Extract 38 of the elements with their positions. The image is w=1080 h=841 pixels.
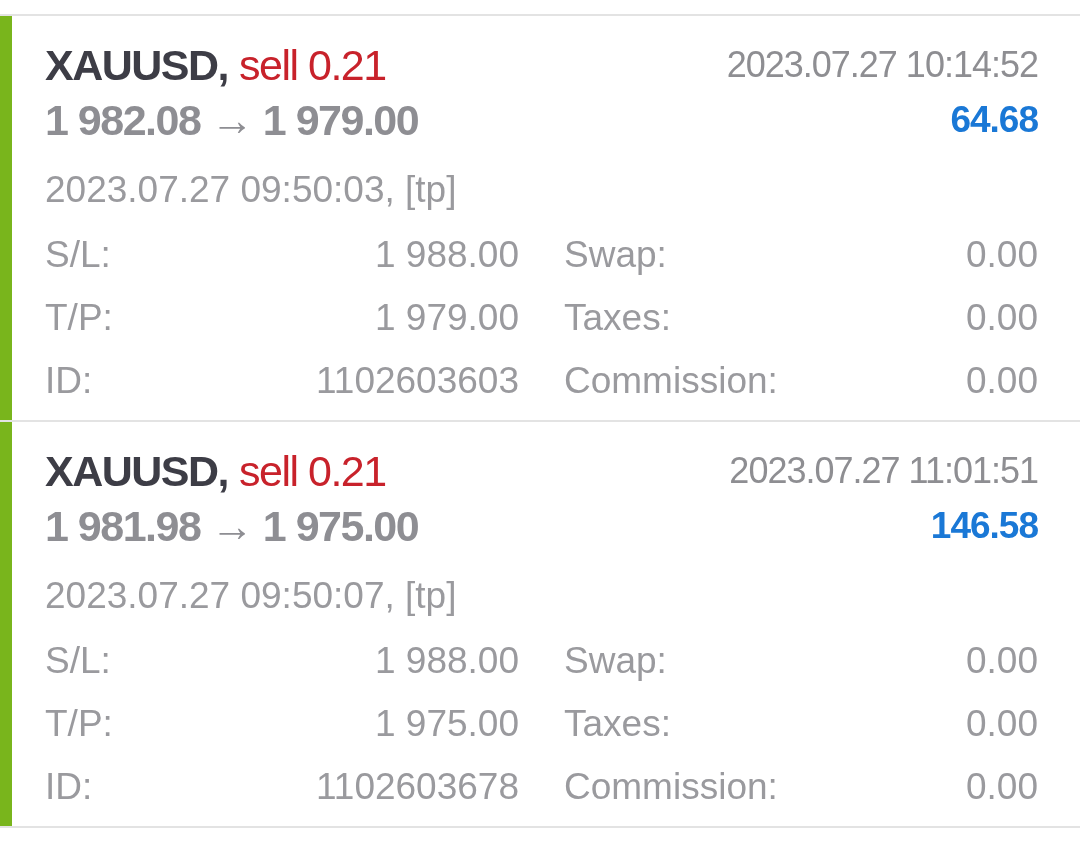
detail-value: 1102603603: [315, 358, 519, 403]
detail-value: 1 988.00: [374, 638, 519, 683]
detail-label: Swap:: [564, 638, 667, 683]
detail-label: Commission:: [564, 764, 778, 809]
detail-value: 1 975.00: [374, 701, 519, 746]
trade-card[interactable]: XAUUSD, sell 0.21 2023.07.27 11:01:51 1 981.98 → 1 975.00 146.58 2023.07.27 09:50:07, [tp] S/L: 1 988.00 Swap: 0.00 T/P: 1 975.00 Taxes: 0.00 ID: 1102603678 Commission: 0.00: [0, 422, 1080, 828]
price-range-label: 1 981.98 → 1 975.00: [45, 501, 420, 551]
profit-value: 146.58: [929, 504, 1038, 548]
detail-value: 0.00: [966, 232, 1038, 277]
symbol-label: XAUUSD,: [45, 446, 229, 496]
close-time-label: 2023.07.27 11:01:51: [729, 449, 1038, 493]
trade-type-label: sell 0.21: [239, 446, 386, 496]
detail-value: 0.00: [966, 358, 1038, 403]
detail-label: Taxes:: [564, 295, 671, 340]
detail-label: Taxes:: [564, 701, 671, 746]
open-time-label: 2023.07.27 09:50:03, [tp]: [45, 168, 458, 212]
open-time-label: 2023.07.27 09:50:07, [tp]: [45, 574, 458, 618]
trade-type-label: sell 0.21: [239, 40, 386, 90]
detail-label: S/L:: [45, 232, 111, 277]
close-time-label: 2023.07.27 10:14:52: [726, 43, 1038, 87]
price-range-label: 1 982.08 → 1 979.00: [45, 95, 420, 145]
detail-value: 0.00: [966, 701, 1038, 746]
trade-card[interactable]: XAUUSD, sell 0.21 2023.07.27 10:14:52 1 982.08 → 1 979.00 64.68 2023.07.27 09:50:03, [tp] S/L: 1 988.00 Swap: 0.00 T/P: 1 979.00 Taxes: 0.00 ID: 1102603603 Commission: 0.00: [0, 16, 1080, 422]
detail-label: ID:: [45, 358, 93, 403]
detail-label: S/L:: [45, 638, 111, 683]
detail-value: 1 988.00: [374, 232, 519, 277]
detail-value: 0.00: [966, 295, 1038, 340]
profit-value: 64.68: [949, 98, 1038, 142]
detail-label: ID:: [45, 764, 93, 809]
detail-value: 0.00: [966, 764, 1038, 809]
symbol-label: XAUUSD,: [45, 40, 229, 90]
detail-value: 1102603678: [315, 764, 519, 809]
detail-label: Commission:: [564, 358, 778, 403]
detail-label: T/P:: [45, 701, 113, 746]
detail-label: Swap:: [564, 232, 667, 277]
detail-value: 1 979.00: [374, 295, 519, 340]
detail-value: 0.00: [966, 638, 1038, 683]
detail-label: T/P:: [45, 295, 113, 340]
